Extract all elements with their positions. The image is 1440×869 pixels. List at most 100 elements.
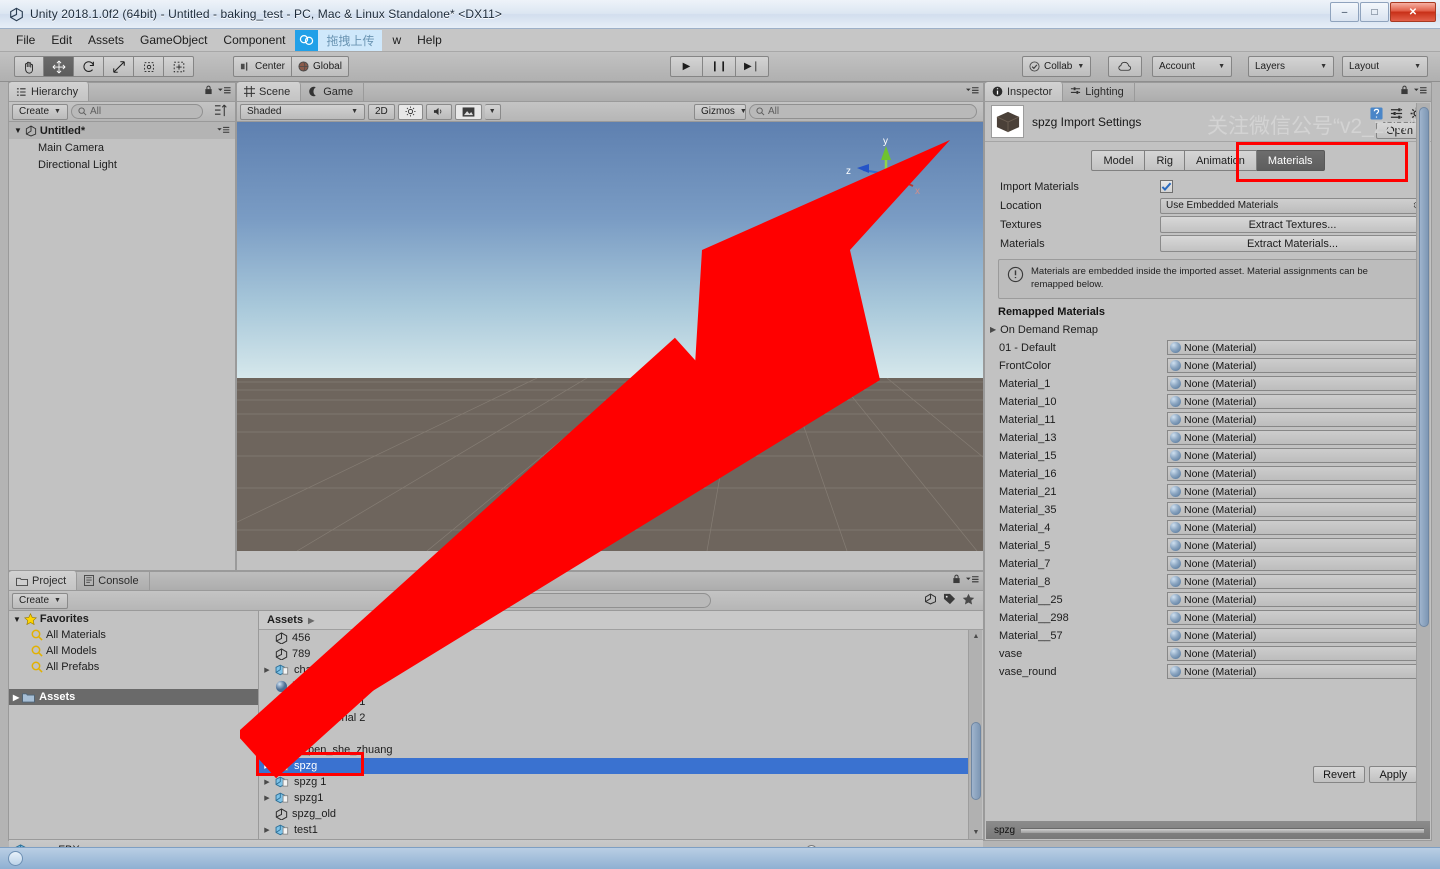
favorite-all-materials[interactable]: All Materials bbox=[9, 627, 258, 643]
lock-icon[interactable] bbox=[952, 574, 961, 587]
menu-icon[interactable] bbox=[1414, 86, 1427, 98]
extract-textures-button[interactable]: Extract Textures... bbox=[1160, 216, 1425, 233]
inspector-scroll-thumb[interactable] bbox=[1419, 107, 1429, 627]
filter-favorite-icon[interactable] bbox=[962, 593, 975, 608]
material-object-field[interactable]: None (Material) bbox=[1167, 556, 1417, 572]
scale-tool-button[interactable] bbox=[104, 56, 134, 77]
close-button[interactable]: ✕ bbox=[1390, 2, 1436, 22]
scene-gizmos-dropdown[interactable]: Gizmos ▼ bbox=[694, 103, 747, 120]
project-asset-row[interactable]: qiche bbox=[259, 726, 968, 742]
material-object-field[interactable]: None (Material) bbox=[1167, 520, 1417, 536]
hierarchy-create-button[interactable]: Create ▼ bbox=[12, 103, 68, 120]
material-object-field[interactable]: None (Material) bbox=[1167, 484, 1417, 500]
material-object-field[interactable]: None (Material) bbox=[1167, 574, 1417, 590]
tab-hierarchy[interactable]: Hierarchy bbox=[9, 82, 90, 101]
scene-2d-toggle[interactable]: 2D bbox=[368, 103, 395, 120]
scene-lighting-toggle[interactable] bbox=[397, 103, 423, 120]
tab-animation[interactable]: Animation bbox=[1184, 150, 1257, 171]
menu-file[interactable]: File bbox=[8, 30, 43, 50]
revert-button[interactable]: Revert bbox=[1313, 766, 1366, 783]
menu-icon[interactable] bbox=[217, 125, 230, 137]
menu-gameobject[interactable]: GameObject bbox=[132, 30, 215, 50]
extract-materials-button[interactable]: Extract Materials... bbox=[1160, 235, 1425, 252]
project-asset-row[interactable]: ▶ cha_hu bbox=[259, 662, 968, 678]
tab-project[interactable]: Project bbox=[9, 571, 78, 590]
tab-console[interactable]: Console bbox=[77, 571, 150, 590]
on-demand-remap-foldout[interactable]: ▶ On Demand Remap bbox=[985, 321, 1431, 339]
project-asset-row[interactable]: ▶ si_pen_she_zhuang bbox=[259, 742, 968, 758]
wechat-upload-button[interactable]: 拖拽上传 bbox=[295, 29, 383, 51]
favorite-all-models[interactable]: All Models bbox=[9, 643, 258, 659]
filter-type-icon[interactable] bbox=[924, 593, 937, 608]
project-asset-row[interactable]: ▶ test1 bbox=[259, 822, 968, 838]
transform-tool-button[interactable] bbox=[164, 56, 194, 77]
apply-button[interactable]: Apply bbox=[1369, 766, 1417, 783]
material-object-field[interactable]: None (Material) bbox=[1167, 358, 1417, 374]
layout-button[interactable]: Layout ▼ bbox=[1342, 56, 1428, 77]
project-asset-row[interactable]: New Material 1 bbox=[259, 694, 968, 710]
tab-scene[interactable]: Scene bbox=[237, 82, 302, 101]
scene-effects-toggle[interactable] bbox=[454, 103, 482, 120]
chevron-right-icon[interactable]: ▶ bbox=[259, 746, 275, 754]
move-tool-button[interactable] bbox=[44, 56, 74, 77]
chevron-right-icon[interactable]: ▶ bbox=[259, 794, 275, 802]
menu-icon[interactable] bbox=[218, 86, 231, 98]
project-asset-row[interactable]: spzg_old bbox=[259, 806, 968, 822]
project-create-button[interactable]: Create ▼ bbox=[12, 592, 68, 609]
preset-icon[interactable] bbox=[1390, 107, 1403, 123]
help-icon[interactable] bbox=[1370, 107, 1383, 123]
tab-rig[interactable]: Rig bbox=[1145, 150, 1185, 171]
layers-button[interactable]: Layers ▼ bbox=[1248, 56, 1334, 77]
rect-tool-button[interactable] bbox=[134, 56, 164, 77]
favorites-root[interactable]: ▼ Favorites bbox=[9, 611, 258, 627]
chevron-down-icon[interactable]: ▼ bbox=[13, 615, 21, 624]
inspector-vertical-scrollbar[interactable] bbox=[1416, 103, 1430, 821]
material-object-field[interactable]: None (Material) bbox=[1167, 430, 1417, 446]
tab-inspector[interactable]: Inspector bbox=[985, 82, 1064, 101]
pause-button[interactable]: ❙❙ bbox=[703, 56, 736, 77]
material-object-field[interactable]: None (Material) bbox=[1167, 502, 1417, 518]
material-object-field[interactable]: None (Material) bbox=[1167, 394, 1417, 410]
project-asset-row[interactable]: ▶ spzg1 bbox=[259, 790, 968, 806]
account-button[interactable]: Account ▼ bbox=[1152, 56, 1232, 77]
hierarchy-item-directional-light[interactable]: Directional Light bbox=[9, 156, 235, 173]
material-object-field[interactable]: None (Material) bbox=[1167, 538, 1417, 554]
step-button[interactable]: ▶❘ bbox=[736, 56, 769, 77]
tab-game[interactable]: Game bbox=[301, 82, 365, 101]
material-object-field[interactable]: None (Material) bbox=[1167, 610, 1417, 626]
project-asset-row[interactable]: ▶ spzg 1 bbox=[259, 774, 968, 790]
scene-search-input[interactable]: All bbox=[749, 104, 977, 119]
scroll-down-arrow[interactable]: ▼ bbox=[969, 826, 983, 839]
menu-component[interactable]: Component bbox=[215, 30, 293, 50]
favorite-all-prefabs[interactable]: All Prefabs bbox=[9, 659, 258, 675]
menu-icon[interactable] bbox=[966, 575, 979, 587]
project-assets-root[interactable]: ▶ Assets bbox=[9, 689, 258, 705]
project-asset-row[interactable]: 456 bbox=[259, 630, 968, 646]
project-asset-row[interactable]: New Material 2 bbox=[259, 710, 968, 726]
scene-axis-gizmo[interactable]: y z x bbox=[841, 132, 931, 212]
sort-icon[interactable] bbox=[214, 104, 228, 120]
chevron-right-icon[interactable]: ▶ bbox=[259, 826, 275, 834]
space-toggle-button[interactable]: Global bbox=[292, 56, 349, 77]
project-search-input[interactable] bbox=[415, 593, 711, 608]
project-scroll-thumb[interactable] bbox=[971, 722, 981, 800]
lock-icon[interactable] bbox=[204, 85, 213, 98]
pivot-toggle-button[interactable]: Center bbox=[233, 56, 293, 77]
hierarchy-scene-root[interactable]: ▼ Untitled* bbox=[9, 122, 235, 139]
import-materials-checkbox[interactable] bbox=[1160, 180, 1173, 193]
chevron-right-icon[interactable]: ▶ bbox=[259, 778, 275, 786]
filter-label-icon[interactable] bbox=[943, 593, 956, 608]
cloud-button[interactable] bbox=[1108, 56, 1142, 77]
project-asset-row[interactable]: ▶ spzg bbox=[259, 758, 968, 774]
hierarchy-search-input[interactable]: All bbox=[70, 104, 203, 119]
lock-icon[interactable] bbox=[1400, 85, 1409, 98]
material-object-field[interactable]: None (Material) bbox=[1167, 592, 1417, 608]
minimize-button[interactable]: – bbox=[1330, 2, 1359, 22]
material-object-field[interactable]: None (Material) bbox=[1167, 412, 1417, 428]
chevron-right-icon[interactable]: ▶ bbox=[990, 325, 996, 334]
chevron-down-icon[interactable]: ▼ bbox=[14, 126, 22, 135]
rotate-tool-button[interactable] bbox=[74, 56, 104, 77]
project-vertical-scrollbar[interactable]: ▲ ▼ bbox=[968, 630, 982, 839]
scroll-up-arrow[interactable]: ▲ bbox=[969, 630, 983, 643]
hand-tool-button[interactable] bbox=[14, 56, 44, 77]
